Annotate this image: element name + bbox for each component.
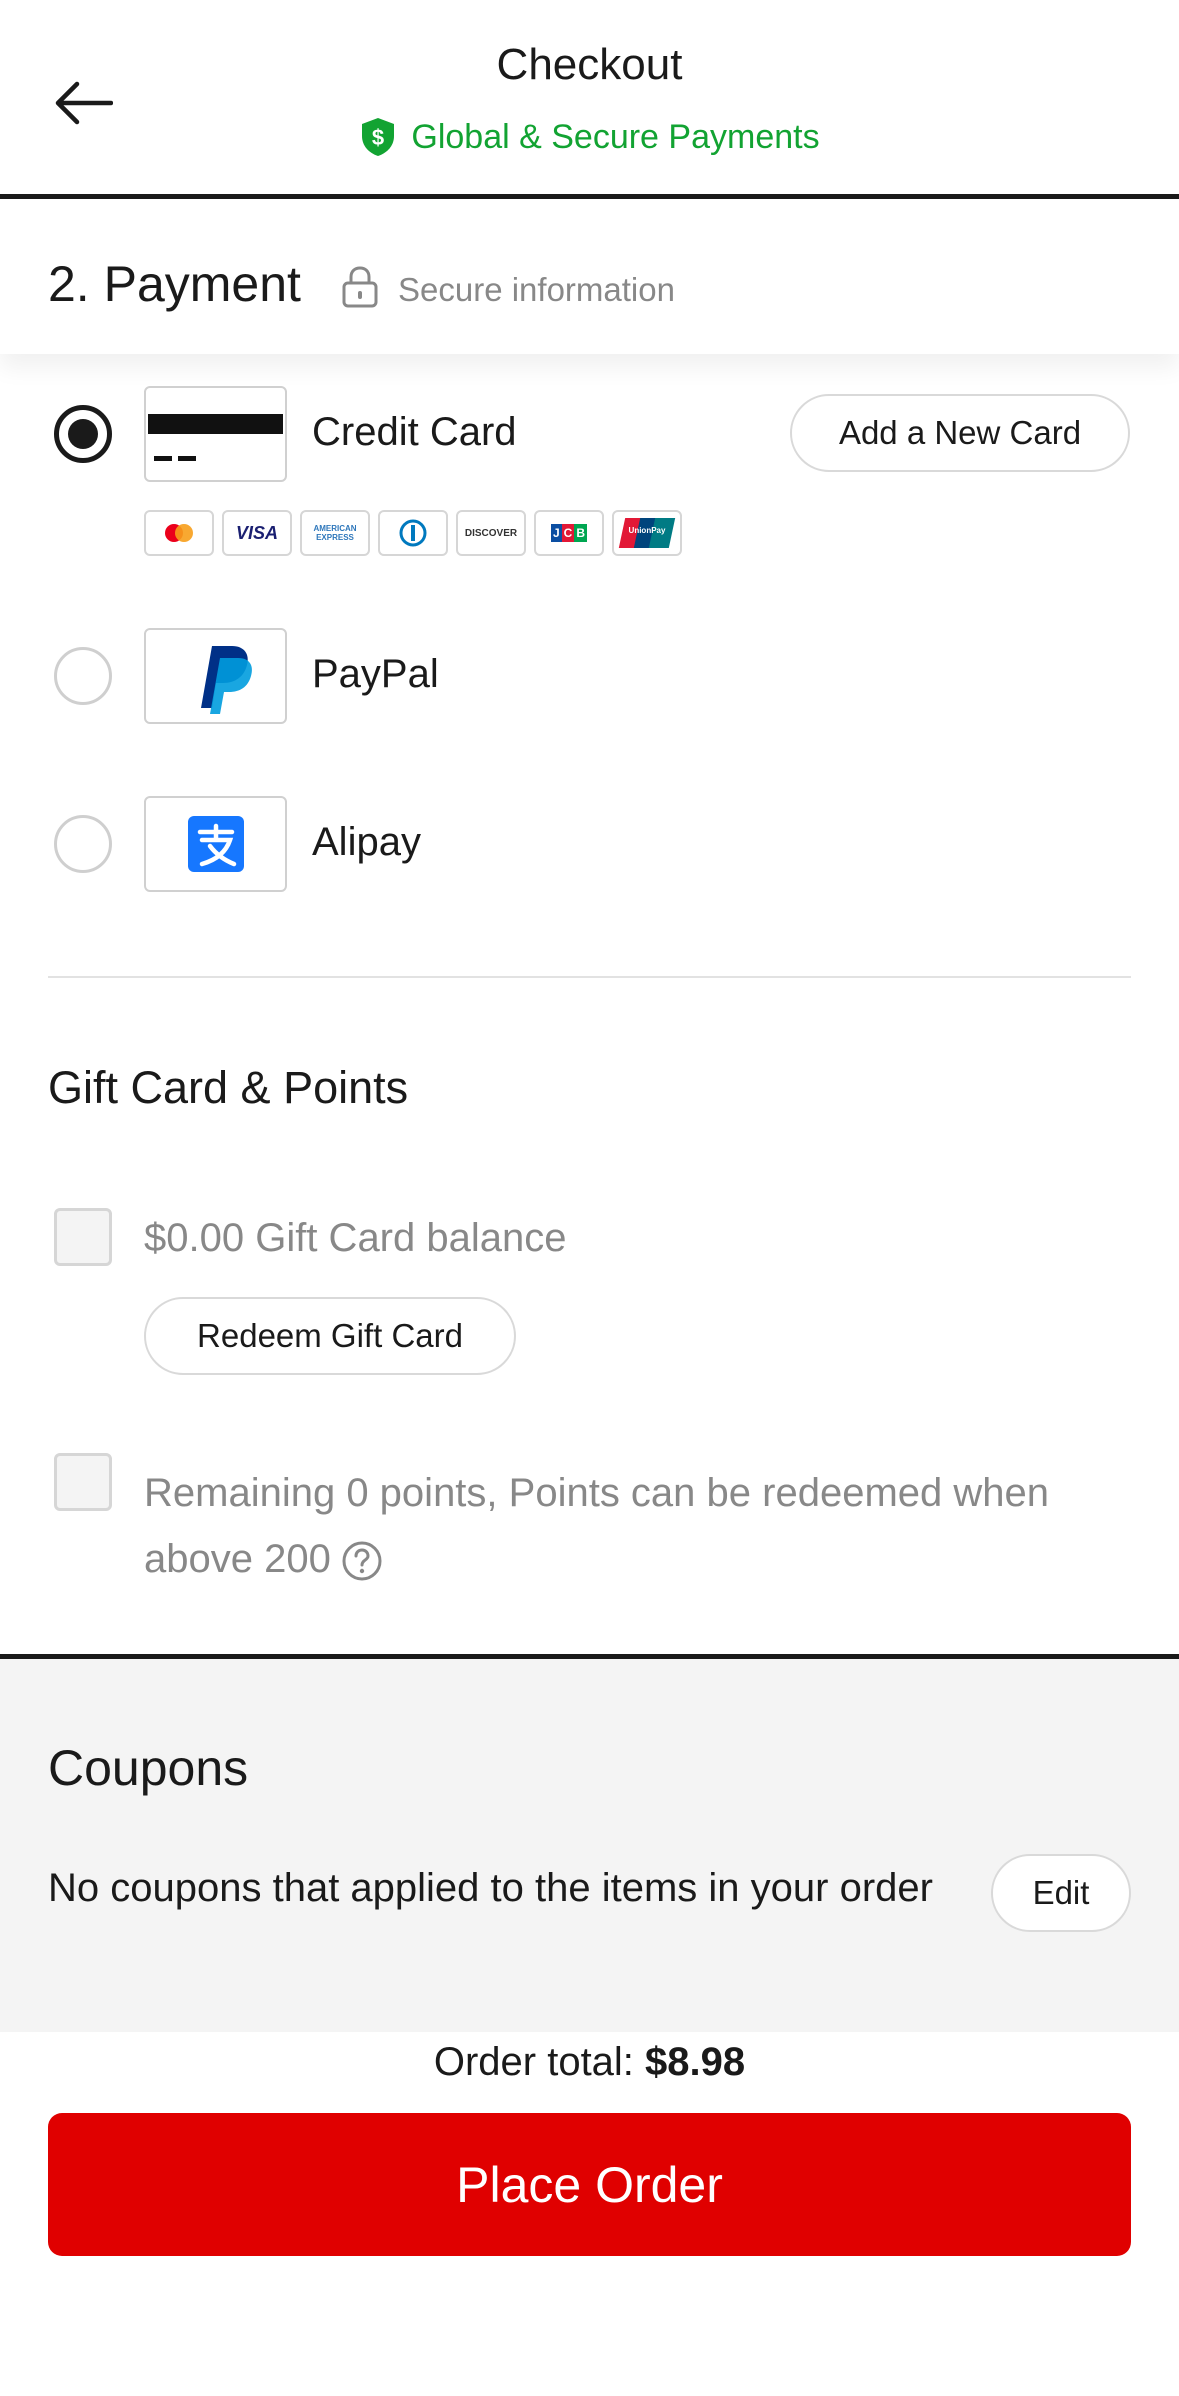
- svg-text:$: $: [372, 125, 384, 150]
- place-order-button[interactable]: Place Order: [48, 2113, 1131, 2256]
- secure-information-text: Secure information: [398, 271, 675, 308]
- redeem-gift-card-button[interactable]: Redeem Gift Card: [144, 1297, 516, 1375]
- page-title: Checkout: [496, 40, 683, 89]
- visa-icon: VISA: [222, 510, 292, 556]
- section-divider: [48, 976, 1131, 978]
- payment-section-header: 2. Payment Secure information: [0, 199, 1179, 354]
- alipay-radio[interactable]: [54, 815, 112, 873]
- amex-icon: AMERICAN EXPRESS: [300, 510, 370, 556]
- diners-icon: [378, 510, 448, 556]
- credit-card-label: Credit Card: [312, 410, 517, 454]
- unionpay-icon: UnionPay: [612, 510, 682, 556]
- credit-card-icon: [144, 386, 287, 482]
- paypal-radio[interactable]: [54, 647, 112, 705]
- add-new-card-button[interactable]: Add a New Card: [790, 394, 1130, 472]
- mastercard-icon: [144, 510, 214, 556]
- coupons-message: No coupons that applied to the items in …: [48, 1866, 933, 1910]
- checkout-header: Checkout $ Global & Secure Payments: [0, 0, 1179, 188]
- shield-dollar-icon: $: [362, 118, 395, 156]
- order-total-label: Order total:: [433, 2040, 634, 2084]
- gift-card-balance-text: $0.00 Gift Card balance: [144, 1216, 567, 1260]
- card-brands-row: VISA AMERICAN EXPRESS DISCOVER J C B Uni…: [144, 510, 682, 556]
- order-total: Order total: $8.98: [0, 2040, 1179, 2085]
- points-text: Remaining 0 points, Points can be redeem…: [144, 1471, 1049, 1581]
- lock-icon: [342, 266, 378, 308]
- discover-icon: DISCOVER: [456, 510, 526, 556]
- edit-coupons-button[interactable]: Edit: [991, 1854, 1131, 1932]
- points-info: Remaining 0 points, Points can be redeem…: [144, 1460, 1124, 1592]
- coupons-title: Coupons: [48, 1740, 249, 1796]
- coupons-section: Coupons No coupons that applied to the i…: [0, 1659, 1179, 2032]
- points-checkbox[interactable]: [54, 1453, 112, 1511]
- gift-card-points-title: Gift Card & Points: [48, 1062, 409, 1113]
- gift-card-checkbox[interactable]: [54, 1208, 112, 1266]
- order-total-value: $8.98: [645, 2040, 746, 2084]
- jcb-icon: J C B: [534, 510, 604, 556]
- paypal-icon: [144, 628, 287, 724]
- paypal-label: PayPal: [312, 652, 439, 696]
- credit-card-radio[interactable]: [54, 405, 112, 463]
- payment-section-title: 2. Payment: [48, 256, 301, 312]
- secure-payments-text: Global & Secure Payments: [411, 117, 820, 156]
- secure-payments-line: $ Global & Secure Payments: [0, 116, 1179, 158]
- help-icon[interactable]: [341, 1540, 383, 1582]
- alipay-label: Alipay: [312, 820, 421, 864]
- alipay-icon: [144, 796, 287, 892]
